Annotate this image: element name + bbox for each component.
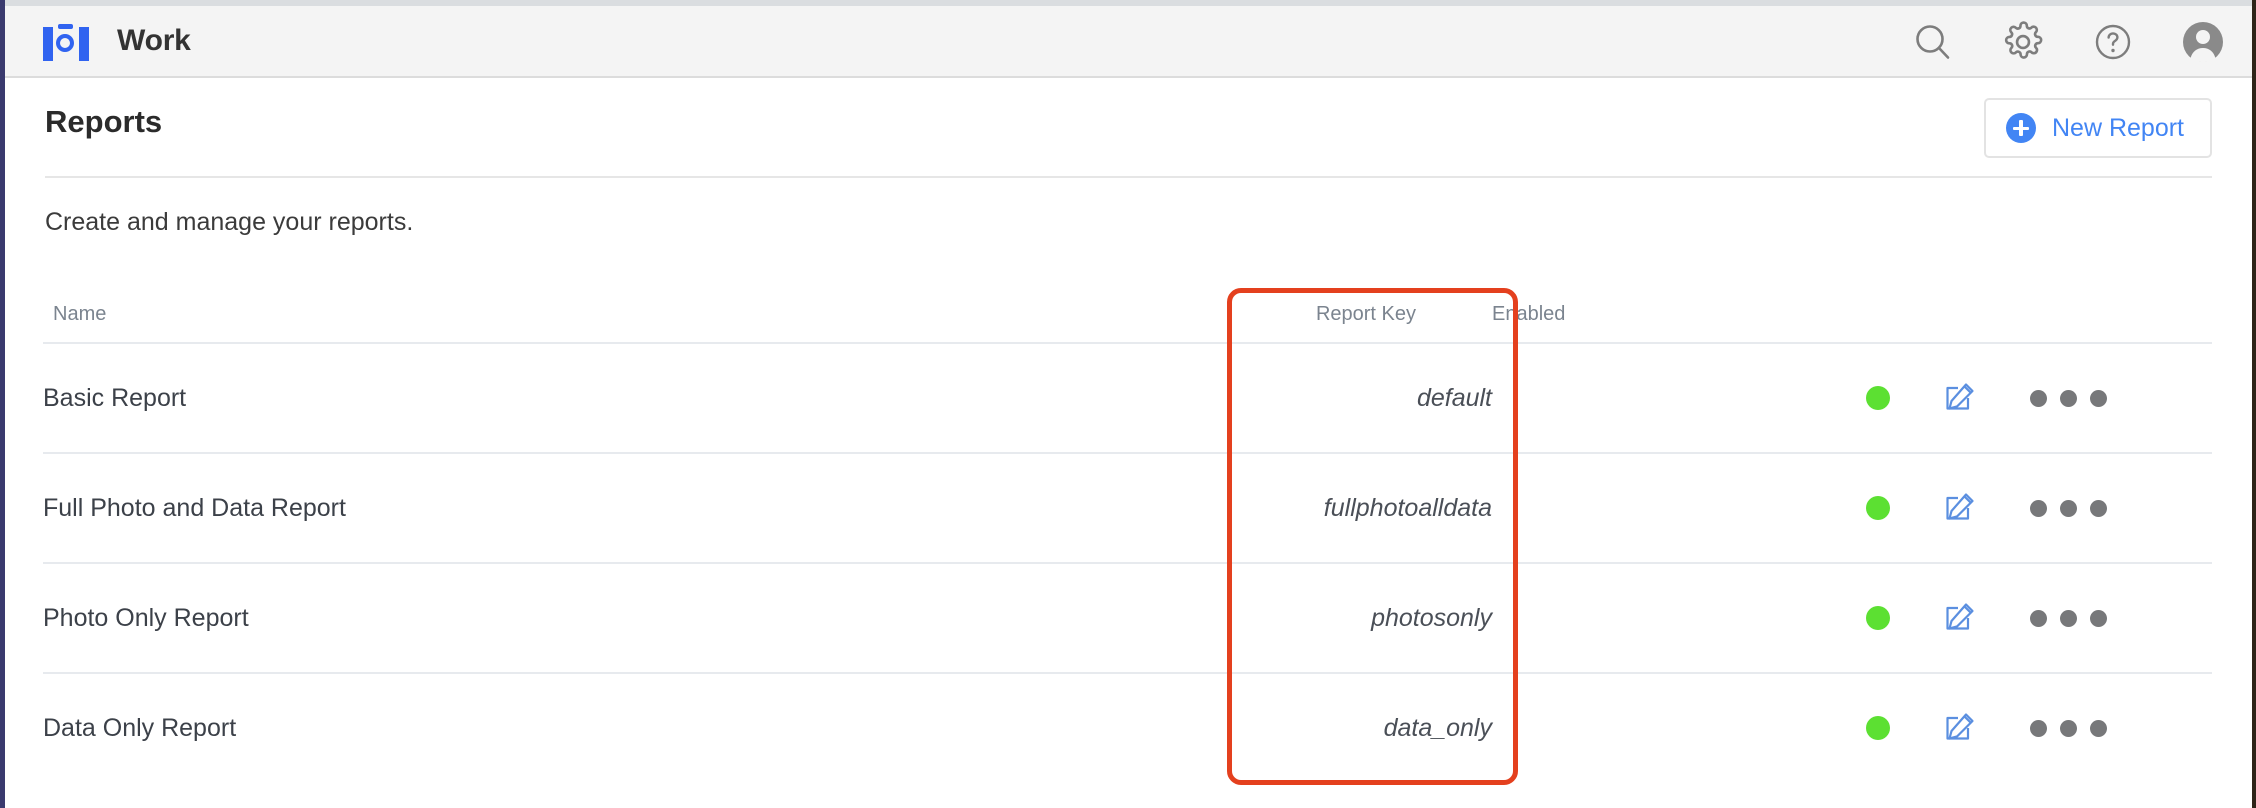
cell-actions — [1852, 343, 2212, 454]
cell-report-key: fullphotoalldata — [932, 453, 1492, 564]
cell-name: Full Photo and Data Report — [43, 453, 932, 564]
cell-enabled — [1492, 563, 1852, 674]
cell-actions — [1852, 673, 2212, 782]
column-header-name[interactable]: Name — [43, 303, 932, 344]
green-status-dot — [1866, 716, 1890, 740]
column-header-enabled[interactable]: Enabled — [1492, 303, 1852, 344]
help-circle-icon[interactable] — [2090, 19, 2136, 65]
cell-report-key: photosonly — [932, 563, 1492, 674]
app-title: Work — [117, 24, 191, 57]
plus-circle-icon — [2006, 113, 2036, 143]
new-report-button[interactable]: New Report — [1984, 98, 2212, 158]
page-header: Reports New Report — [43, 78, 2212, 158]
cell-name: Photo Only Report — [43, 563, 932, 674]
cell-name: Data Only Report — [43, 713, 237, 742]
table-header-row: Name Report Key Enabled — [43, 303, 2212, 344]
app-header-actions — [1910, 6, 2226, 78]
header-divider — [45, 176, 2212, 178]
green-status-dot — [1866, 386, 1890, 410]
table-row[interactable]: Full Photo and Data Report fullphotoallda… — [43, 453, 2212, 564]
page-title: Reports — [45, 104, 163, 139]
user-avatar-icon[interactable] — [2180, 19, 2226, 65]
table-row[interactable]: Data Only Report data_only — [43, 673, 2212, 782]
green-status-dot — [1866, 496, 1890, 520]
page-content: Reports New Report Create and manage you… — [5, 78, 2252, 782]
reports-table-head: Name Report Key Enabled — [43, 303, 2212, 344]
edit-pencil-icon[interactable] — [1940, 486, 1980, 531]
cell-report-key: data_only — [1383, 713, 1492, 742]
cell-enabled — [1492, 343, 1852, 454]
new-report-button-label: New Report — [2052, 113, 2184, 142]
table-row[interactable]: Basic Report default — [43, 343, 2212, 454]
cell-report-key: default — [932, 343, 1492, 454]
cell-enabled — [1492, 673, 1852, 782]
cell-name: Basic Report — [43, 343, 932, 454]
settings-gear-icon[interactable] — [2000, 19, 2046, 65]
edit-pencil-icon[interactable] — [1940, 596, 1980, 641]
edit-pencil-icon[interactable] — [1940, 376, 1980, 421]
page-subtitle: Create and manage your reports. — [45, 208, 414, 236]
more-horizontal-icon[interactable] — [2030, 499, 2107, 517]
green-status-dot — [1866, 606, 1890, 630]
edit-pencil-icon[interactable] — [1940, 706, 1980, 751]
camera-logo-icon — [43, 21, 89, 61]
cell-enabled — [1492, 453, 1852, 564]
brand-area[interactable]: Work — [43, 21, 191, 61]
cell-actions — [1852, 453, 2212, 564]
app-header-bar: Work — [5, 6, 2252, 78]
table-row[interactable]: Photo Only Report photosonly — [43, 563, 2212, 674]
more-horizontal-icon[interactable] — [2030, 609, 2107, 627]
search-icon[interactable] — [1910, 19, 1956, 65]
reports-table: Name Report Key Enabled Basic Report defa… — [43, 303, 2212, 782]
cell-actions — [1852, 563, 2212, 674]
reports-table-body: Basic Report default Full Photo and Data R… — [43, 343, 2212, 782]
more-horizontal-icon[interactable] — [2030, 719, 2107, 737]
more-horizontal-icon[interactable] — [2030, 389, 2107, 407]
app-window: Work Reports New Report Create and manag… — [0, 0, 2256, 808]
column-header-actions — [1852, 303, 2212, 344]
column-header-report-key[interactable]: Report Key — [932, 303, 1492, 344]
